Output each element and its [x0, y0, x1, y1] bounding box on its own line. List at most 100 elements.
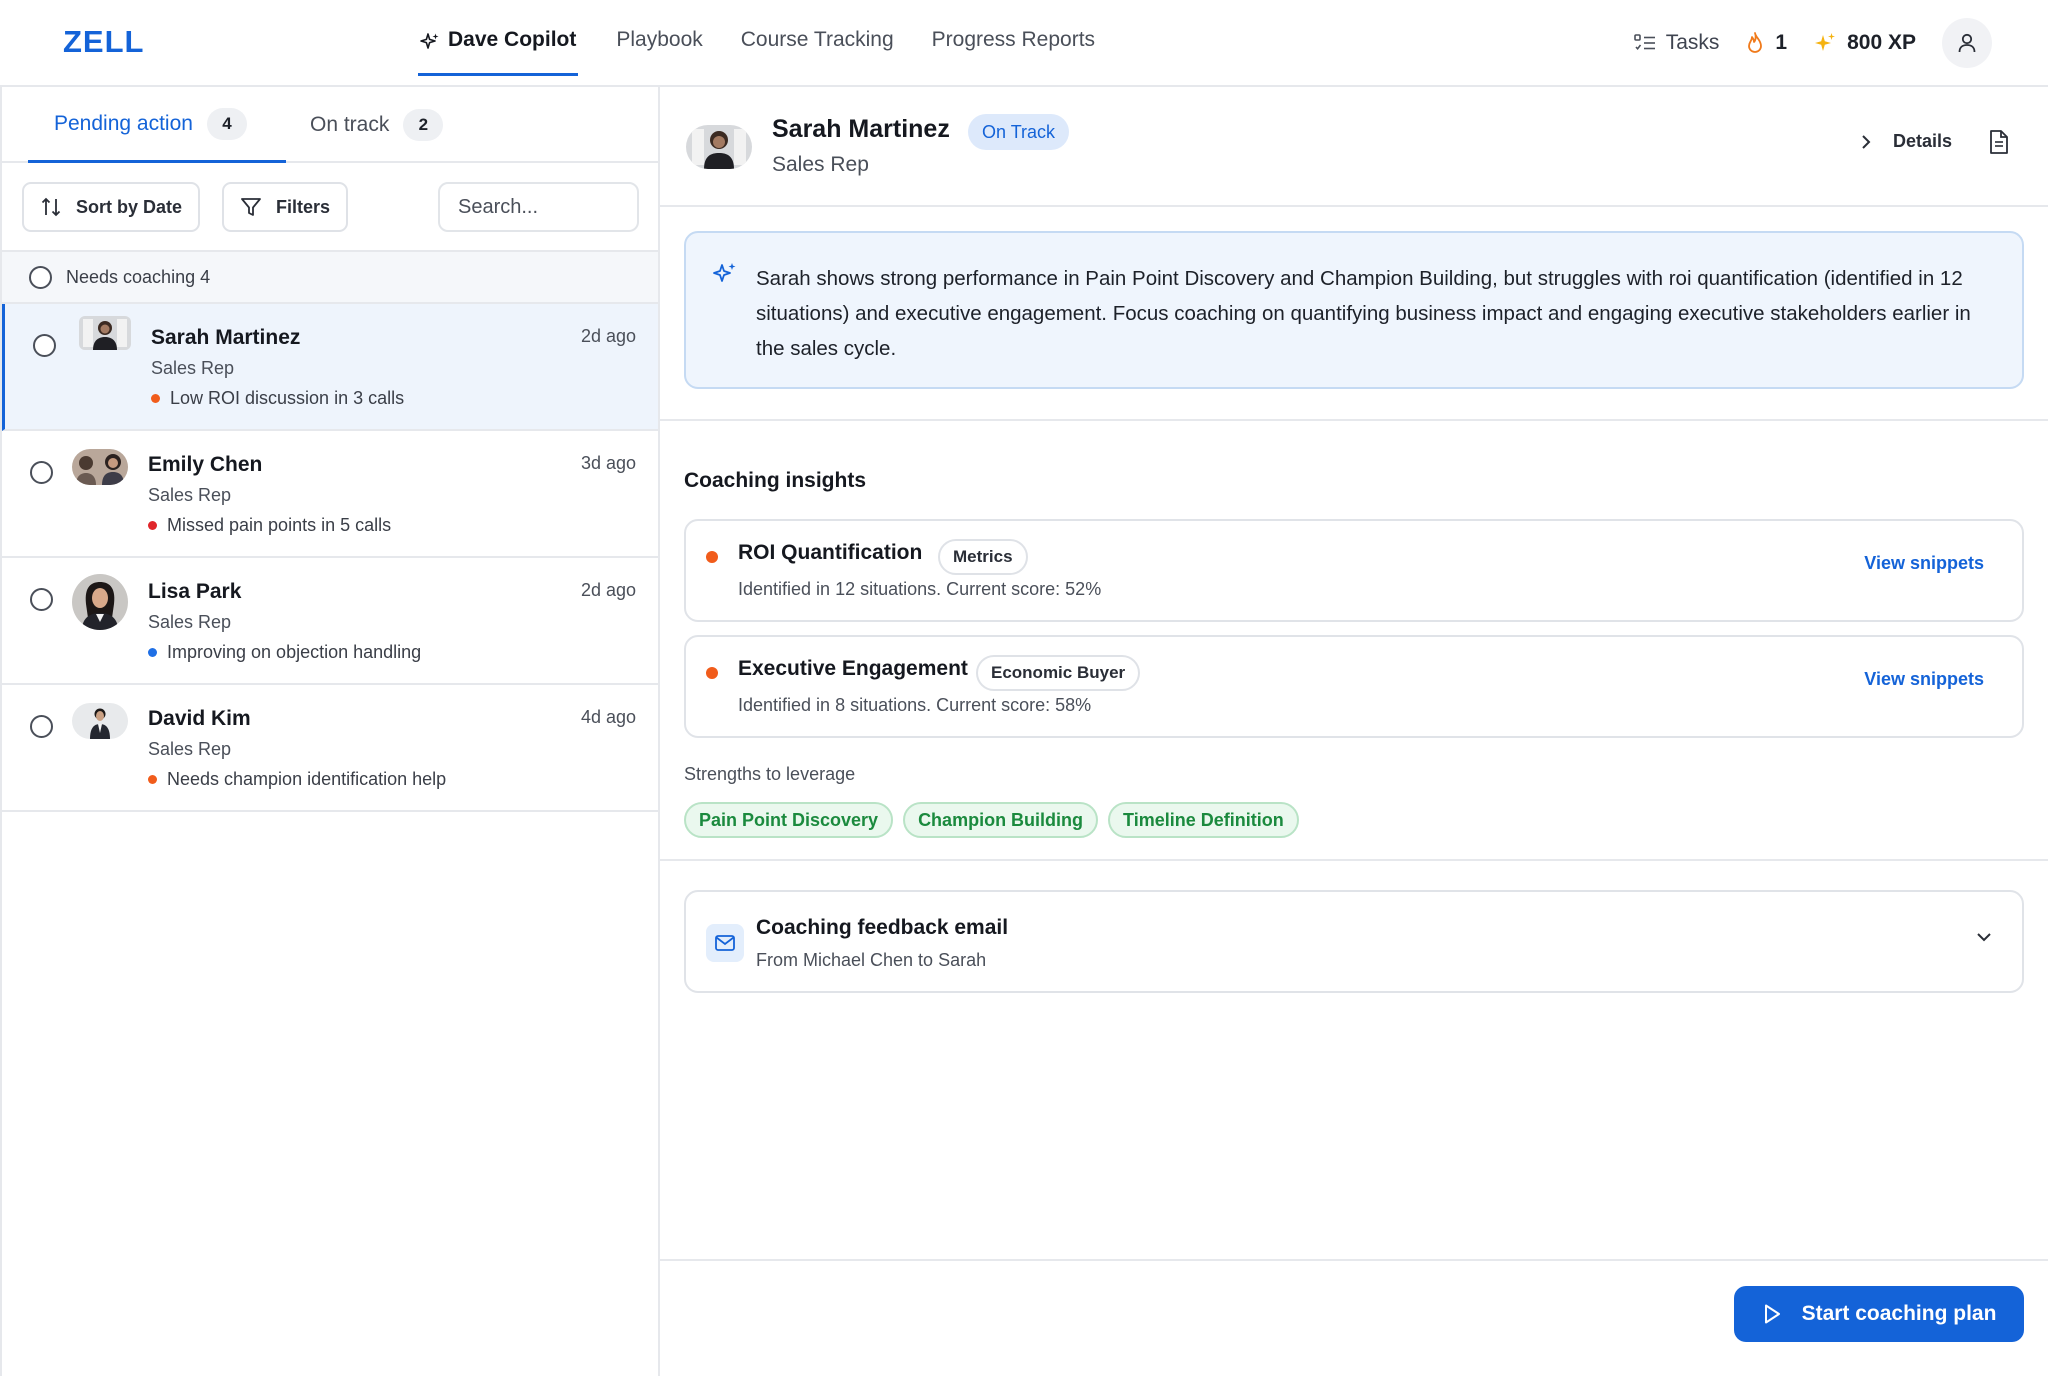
- task-list-icon: [1633, 33, 1656, 53]
- status-dot: [148, 648, 157, 657]
- details-label: Details: [1892, 131, 1952, 151]
- profile-role: Sales Rep: [772, 153, 869, 176]
- strength-chip: Champion Building: [903, 802, 1099, 838]
- details-button[interactable]: Details: [1859, 131, 1952, 152]
- row-select-radio[interactable]: [33, 334, 56, 357]
- avatar: [72, 574, 128, 630]
- avatar: [79, 316, 131, 350]
- rep-name: Lisa Park: [148, 580, 242, 603]
- document-button[interactable]: [1988, 129, 2010, 155]
- nav-label: Course Tracking: [740, 28, 894, 51]
- search-input[interactable]: [438, 182, 639, 232]
- select-all-radio[interactable]: [29, 265, 52, 289]
- section-divider: [660, 859, 2048, 861]
- user-icon: [1956, 32, 1978, 54]
- top-nav-bar: ZELL Dave Copilot Playbook Course Tracki…: [0, 0, 2048, 87]
- coaching-insights-title: Coaching insights: [684, 469, 867, 492]
- sparkle-icon: [420, 32, 440, 52]
- streak-counter[interactable]: 1: [1745, 31, 1787, 55]
- tasks-button[interactable]: Tasks: [1633, 31, 1720, 55]
- strengths-label: Strengths to leverage: [684, 764, 856, 784]
- rep-row-lisa-park[interactable]: Lisa Park Sales Rep Improving on objecti…: [2, 558, 658, 685]
- xp-counter[interactable]: 800 XP: [1813, 31, 1916, 55]
- mail-icon: [706, 924, 744, 962]
- tasks-label: Tasks: [1665, 31, 1720, 54]
- ai-summary-text: Sarah shows strong performance in Pain P…: [756, 267, 1971, 360]
- rep-time: 2d ago: [580, 326, 636, 346]
- group-label: Needs coaching 4: [66, 266, 211, 287]
- rep-role: Sales Rep: [148, 739, 232, 759]
- rep-name: Emily Chen: [148, 453, 263, 476]
- rep-role: Sales Rep: [148, 485, 232, 505]
- sort-label: Sort by Date: [76, 196, 183, 217]
- tab-pending-action[interactable]: Pending action 4: [28, 87, 286, 163]
- main-nav: Dave Copilot Playbook Course Tracking Pr…: [418, 0, 1133, 86]
- status-dot: [148, 775, 157, 784]
- chevron-right-icon: [1859, 134, 1873, 150]
- email-subtitle: From Michael Chen to Sarah: [756, 950, 987, 970]
- rep-note: Improving on objection handling: [148, 642, 421, 663]
- profile-header: Sarah Martinez On Track Sales Rep Detail…: [660, 87, 2048, 207]
- sort-by-date-button[interactable]: Sort by Date: [22, 182, 201, 232]
- top-right-actions: Tasks 1 800 XP: [1633, 18, 1992, 68]
- nav-tab-progress-reports[interactable]: Progress Reports: [932, 0, 1095, 76]
- rep-role: Sales Rep: [151, 358, 235, 378]
- row-select-radio[interactable]: [30, 461, 53, 484]
- rep-name: Sarah Martinez: [151, 326, 301, 349]
- nav-label: Progress Reports: [931, 28, 1096, 51]
- chevron-down-icon[interactable]: [1974, 930, 1994, 944]
- rep-name: David Kim: [148, 707, 251, 730]
- nav-tab-playbook[interactable]: Playbook: [616, 0, 702, 76]
- status-badge: On Track: [968, 114, 1070, 150]
- row-select-radio[interactable]: [30, 715, 53, 738]
- strength-chip: Timeline Definition: [1108, 802, 1299, 838]
- xp-sparkle-icon: [1813, 31, 1837, 55]
- filter-funnel-icon: [240, 196, 262, 218]
- nav-tab-course-tracking[interactable]: Course Tracking: [741, 0, 894, 76]
- rep-note: Missed pain points in 5 calls: [148, 515, 391, 536]
- rep-note-text: Low ROI discussion in 3 calls: [170, 388, 405, 408]
- rep-list-tabs: Pending action 4 On track 2: [2, 87, 658, 163]
- tab-on-track[interactable]: On track 2: [310, 87, 444, 163]
- nav-label: Playbook: [616, 28, 703, 51]
- ai-summary-section: Sarah shows strong performance in Pain P…: [660, 207, 2048, 421]
- rep-row-emily-chen[interactable]: Emily Chen Sales Rep Missed pain points …: [2, 431, 658, 558]
- rep-row-david-kim[interactable]: David Kim Sales Rep Needs champion ident…: [2, 685, 658, 812]
- rep-time: 2d ago: [580, 580, 636, 600]
- group-header-needs-coaching[interactable]: Needs coaching 4: [2, 252, 658, 304]
- rep-detail-panel: Sarah Martinez On Track Sales Rep Detail…: [660, 87, 2048, 1376]
- profile-avatar: [686, 125, 752, 169]
- start-coaching-plan-button[interactable]: Start coaching plan: [1734, 1286, 2024, 1342]
- rep-time: 4d ago: [580, 707, 636, 727]
- coaching-email-card[interactable]: Coaching feedback email From Michael Che…: [684, 890, 2024, 993]
- insight-title: ROI Quantification: [738, 541, 923, 564]
- rep-note: Low ROI discussion in 3 calls: [151, 388, 404, 409]
- cta-label: Start coaching plan: [1801, 1302, 1997, 1325]
- sparkle-icon: [712, 261, 738, 287]
- filters-label: Filters: [276, 196, 331, 217]
- filters-button[interactable]: Filters: [222, 182, 349, 232]
- rep-time: 3d ago: [580, 453, 636, 473]
- status-dot: [151, 394, 160, 403]
- row-select-radio[interactable]: [30, 588, 53, 611]
- rep-note-text: Improving on objection handling: [167, 642, 422, 662]
- nav-tab-dave-copilot[interactable]: Dave Copilot: [418, 0, 579, 76]
- insight-status-dot: [706, 551, 718, 563]
- avatar: [72, 449, 128, 485]
- user-avatar-button[interactable]: [1942, 18, 1992, 68]
- rep-note: Needs champion identification help: [148, 769, 446, 790]
- view-snippets-link[interactable]: View snippets: [1864, 669, 1984, 690]
- rep-note-text: Missed pain points in 5 calls: [167, 515, 392, 535]
- profile-name: Sarah Martinez: [772, 115, 950, 143]
- play-icon: [1762, 1303, 1782, 1325]
- rep-row-sarah-martinez[interactable]: Sarah Martinez Sales Rep Low ROI discuss…: [2, 304, 658, 431]
- app-logo[interactable]: ZELL: [63, 24, 145, 60]
- document-icon: [1988, 129, 2010, 155]
- nav-label: Dave Copilot: [448, 28, 577, 51]
- tab-count-badge: 2: [403, 109, 444, 141]
- view-snippets-link[interactable]: View snippets: [1864, 553, 1984, 574]
- ai-summary-card: Sarah shows strong performance in Pain P…: [684, 231, 2024, 389]
- insight-status-dot: [706, 667, 718, 679]
- status-dot: [148, 521, 157, 530]
- rep-note-text: Needs champion identification help: [167, 769, 447, 789]
